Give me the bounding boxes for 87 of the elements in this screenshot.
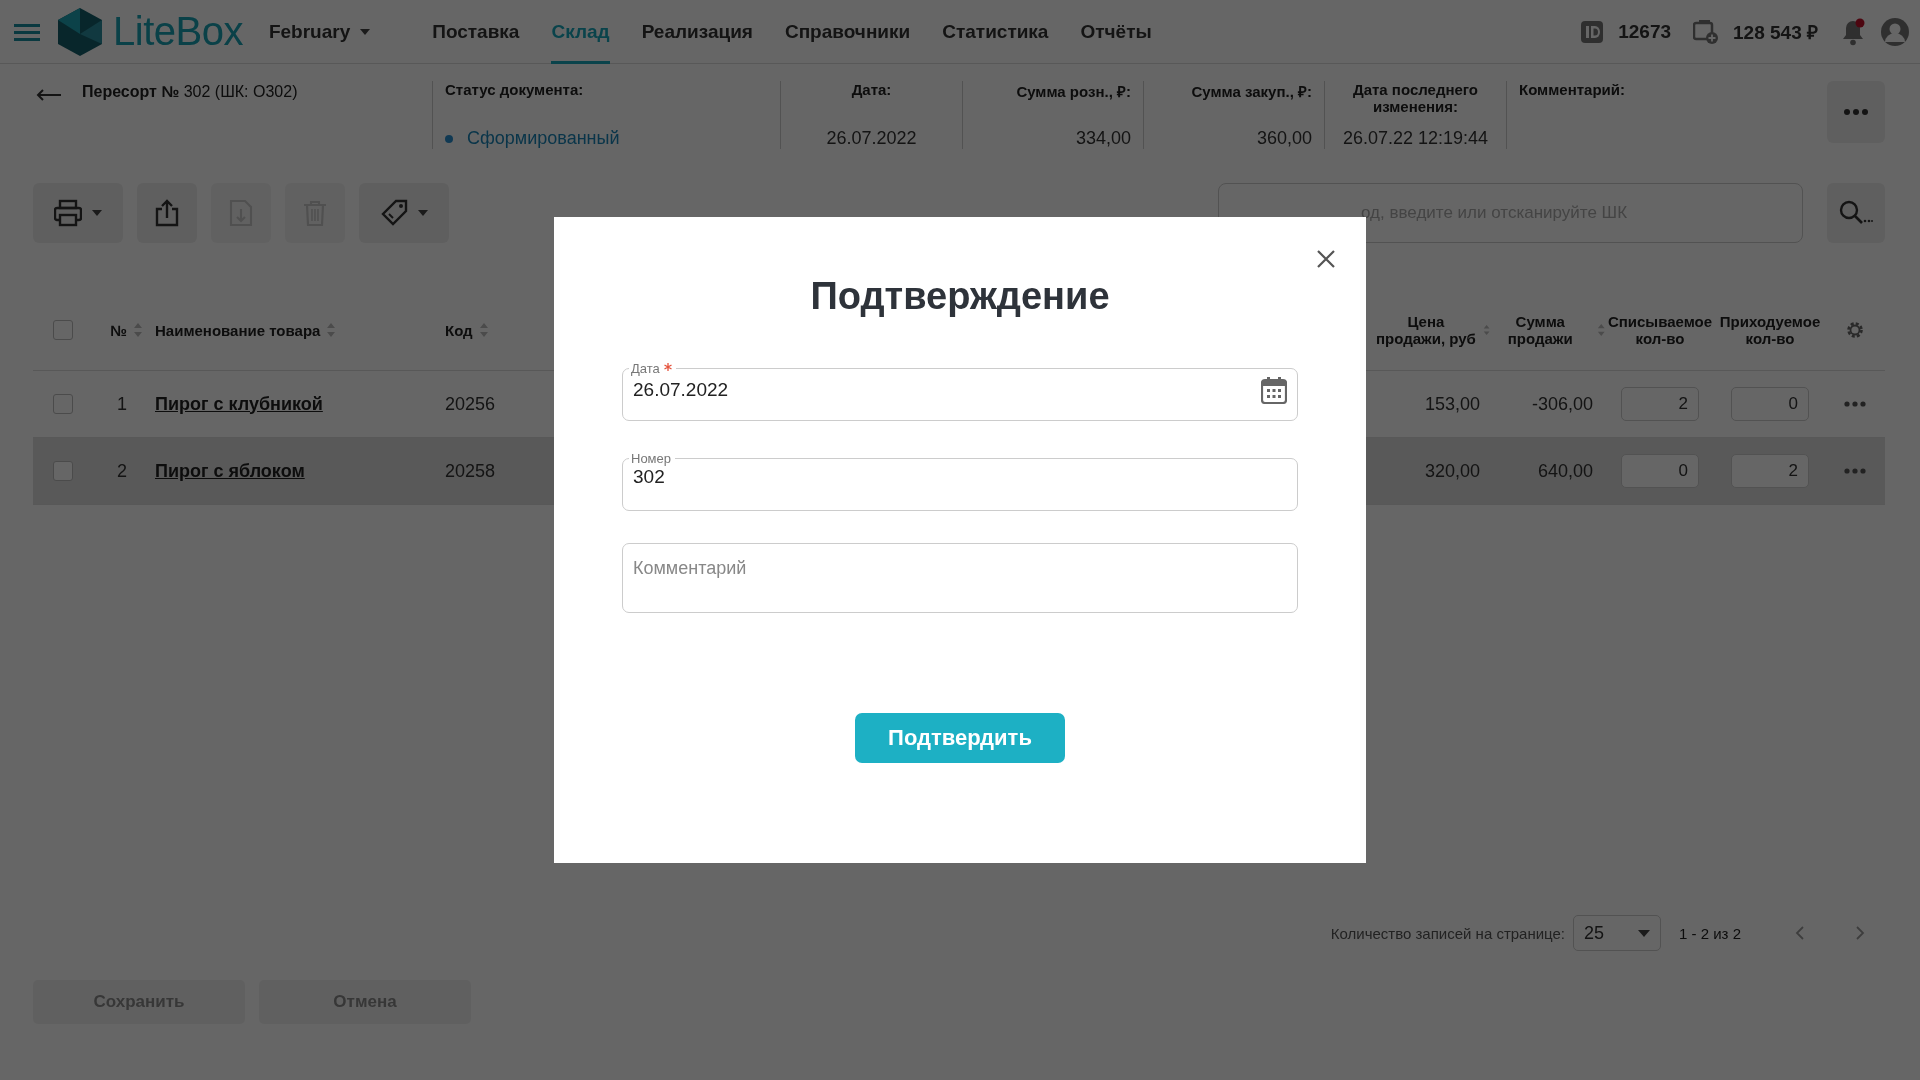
id-card-icon — [1580, 19, 1605, 44]
price-cell-text: 320,00 — [1423, 460, 1481, 482]
column-header: № — [110, 321, 127, 339]
tag-button[interactable] — [359, 183, 449, 243]
dialog-title: Подтверждение — [809, 277, 1111, 315]
settings-icon[interactable] — [1845, 320, 1865, 340]
export-button[interactable] — [137, 183, 197, 243]
row-number: 2 — [116, 460, 128, 482]
product-link[interactable]: Пирог с клубникой — [155, 393, 323, 414]
more-button[interactable] — [1827, 81, 1885, 143]
search-icon — [1839, 200, 1873, 226]
quantity-field[interactable]: 2 — [1731, 454, 1809, 488]
company-dropdown[interactable]: February — [268, 20, 371, 43]
notification-bell-icon[interactable] — [1840, 17, 1866, 46]
page-size-label: Количество записей на странице: — [1330, 924, 1566, 942]
product-code: 20256 — [444, 393, 497, 415]
caret-icon — [418, 210, 428, 216]
menu-icon[interactable] — [14, 22, 40, 41]
nav-tab[interactable]: Склад — [551, 0, 610, 64]
avatar-icon[interactable] — [1880, 16, 1910, 47]
previous-page-icon[interactable] — [1795, 926, 1805, 940]
next-page-icon[interactable] — [1855, 926, 1865, 940]
column-header: Списываемое кол-во — [1606, 313, 1714, 347]
product-link[interactable]: Пирог с яблоком — [155, 460, 305, 481]
column-header: Сумма продажи — [1506, 313, 1574, 347]
field-label: Статус документа: — [445, 81, 585, 98]
price-cell-text: 153,00 — [1423, 393, 1481, 415]
column-header: Приходуемое кол-во — [1718, 313, 1822, 347]
nav-tab[interactable]: Поставка — [432, 0, 520, 64]
more-icon[interactable] — [1844, 468, 1866, 474]
search-button[interactable] — [1827, 183, 1885, 243]
column-header: Цена продажи, руб — [1375, 313, 1477, 347]
confirm-button[interactable]: Подтвердить — [855, 713, 1065, 763]
field-value: 360,00 — [1255, 128, 1312, 149]
quantity-field[interactable]: 2 — [1621, 387, 1699, 421]
upload-icon — [153, 199, 181, 227]
account-number: 12673 — [1618, 20, 1672, 43]
sum-cell-text: 640,00 — [1536, 460, 1594, 482]
close-icon[interactable] — [1316, 249, 1336, 269]
row-number: 1 — [116, 393, 128, 415]
balance-amount: 128 543 ₽ — [1733, 20, 1818, 45]
checkbox[interactable] — [53, 461, 73, 481]
number-field[interactable]: Номер 302 — [622, 451, 1298, 511]
product-code: 20258 — [444, 460, 497, 482]
status-text: Сформированный — [467, 128, 620, 149]
quantity-field[interactable]: 0 — [1731, 387, 1809, 421]
nav-tab[interactable]: Реализация — [641, 0, 753, 64]
comment-field[interactable]: Комментарий — [622, 543, 1298, 613]
back-arrow-icon[interactable] — [36, 89, 62, 101]
brand-name: LiteBox — [113, 9, 243, 54]
page-size-select[interactable]: 25 — [1573, 915, 1662, 951]
field-label: Дата: — [850, 81, 893, 98]
field-value: 26.07.22 12:19:44 — [1341, 128, 1490, 149]
caret-icon — [360, 28, 371, 35]
sort-icon — [1596, 322, 1605, 338]
nav-tab[interactable]: Статистика — [942, 0, 1049, 64]
field-value: 26.07.2022 — [825, 128, 918, 149]
caret-icon — [92, 210, 102, 216]
logo-icon[interactable] — [55, 5, 105, 58]
field-value: 334,00 — [1074, 128, 1131, 149]
document-title: Пересорт № 302 (ШК: О302) — [82, 83, 299, 101]
sort-icon — [478, 322, 489, 338]
tag-icon — [380, 199, 408, 227]
calendar-icon[interactable] — [1261, 376, 1287, 404]
quantity-field[interactable]: 0 — [1621, 454, 1699, 488]
caret-icon — [1638, 929, 1651, 937]
field-label: Комментарий: — [1519, 81, 1626, 98]
status-dot-icon — [445, 134, 453, 143]
nav-tab[interactable]: Справочники — [784, 0, 911, 64]
column-header: Наименование товара — [155, 321, 321, 339]
checkbox[interactable] — [53, 394, 73, 414]
date-field[interactable]: Дата 26.07.2022 — [622, 361, 1298, 421]
field-label: Сумма розн., ₽: — [1015, 82, 1131, 101]
column-header: Код — [445, 321, 473, 339]
sum-cell-text: -306,00 — [1530, 393, 1594, 415]
print-button[interactable] — [33, 183, 123, 243]
nav-tab[interactable]: Отчёты — [1080, 0, 1152, 64]
sort-icon — [1482, 322, 1490, 338]
field-label: Дата последнего изменения: — [1351, 81, 1480, 115]
sort-icon — [326, 322, 337, 338]
sort-icon — [133, 322, 143, 338]
more-icon[interactable] — [1844, 401, 1866, 407]
field-label: Сумма закуп., ₽: — [1190, 82, 1312, 101]
checkbox[interactable] — [53, 320, 73, 340]
printer-icon — [54, 199, 82, 227]
page-range: 1 - 2 из 2 — [1679, 924, 1741, 942]
wallet-icon — [1693, 18, 1720, 45]
